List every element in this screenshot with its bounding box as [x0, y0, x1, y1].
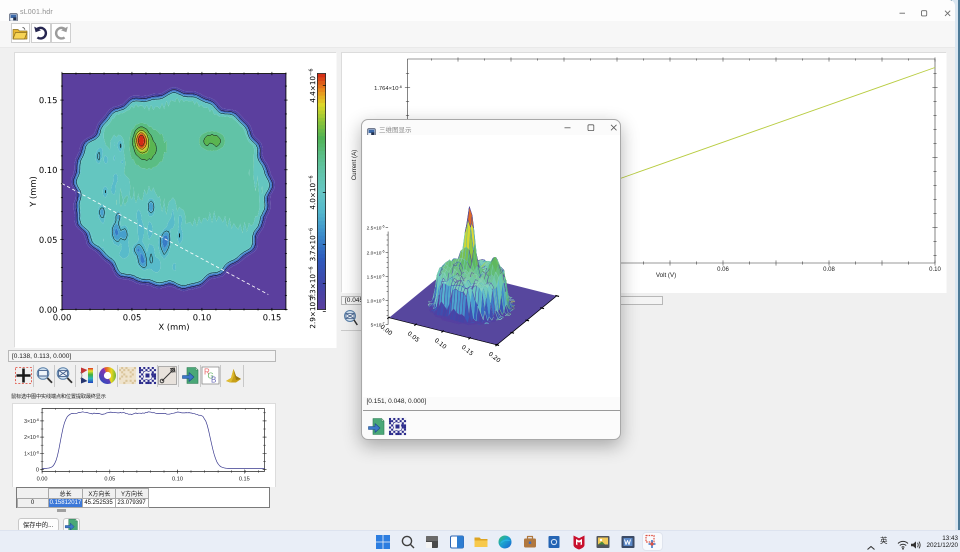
svg-text:Current (A): Current (A) — [351, 149, 358, 180]
svg-text:0.10: 0.10 — [172, 476, 183, 482]
svg-text:1.0×10-6: 1.0×10-6 — [366, 298, 384, 305]
svg-text:0.05: 0.05 — [104, 476, 115, 482]
svg-text:1.5×10-6: 1.5×10-6 — [366, 274, 384, 281]
svg-text:0.08: 0.08 — [823, 267, 835, 273]
svg-text:0.10: 0.10 — [929, 267, 941, 273]
svg-text:0.06: 0.06 — [717, 267, 729, 273]
svg-text:5×10-7: 5×10-7 — [370, 322, 384, 329]
svg-text:Volt (V): Volt (V) — [656, 272, 676, 279]
svg-text:0.15: 0.15 — [238, 476, 249, 482]
svg-text:2.0×10-6: 2.0×10-6 — [366, 250, 384, 257]
svg-text:0.00: 0.00 — [36, 476, 47, 482]
svg-text:0: 0 — [35, 467, 38, 473]
svg-text:B: B — [211, 376, 216, 385]
svg-text:2.5×10-6: 2.5×10-6 — [366, 225, 384, 232]
